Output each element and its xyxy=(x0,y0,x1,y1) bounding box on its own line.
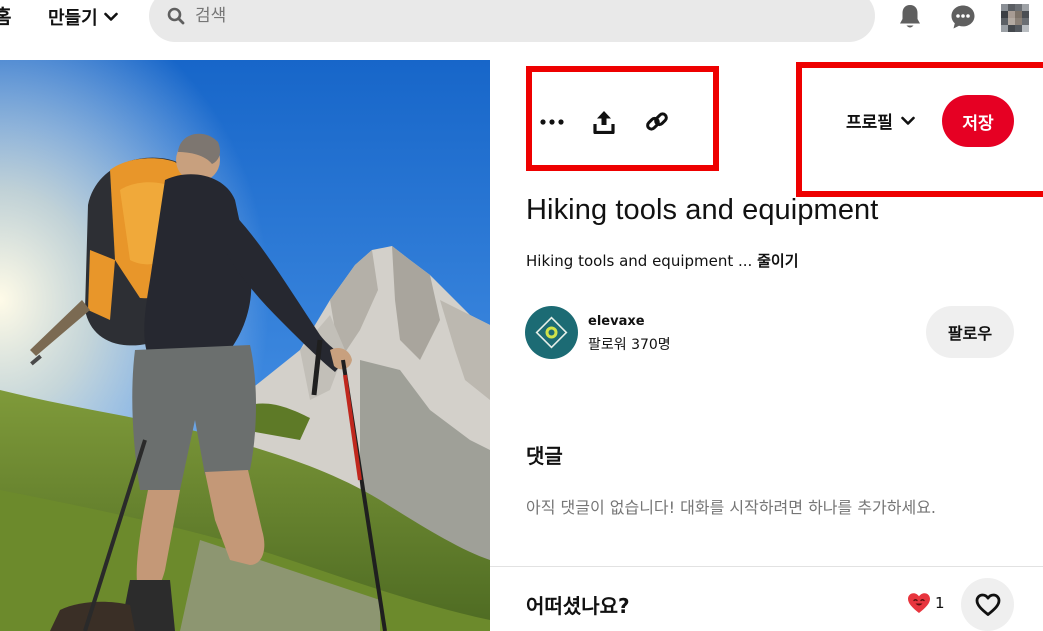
bell-icon xyxy=(900,5,920,28)
collapse-description-link[interactable]: 줄이기 xyxy=(757,252,798,270)
heart-face-icon xyxy=(908,593,930,613)
more-icon xyxy=(540,119,564,125)
nav-home-link[interactable]: 홈 xyxy=(0,2,11,29)
section-divider xyxy=(490,566,1043,567)
chat-icon xyxy=(951,5,975,29)
create-menu-label: 만들기 xyxy=(48,8,98,29)
link-icon xyxy=(646,112,668,131)
pin-title: Hiking tools and equipment xyxy=(526,194,879,226)
notifications-button[interactable] xyxy=(895,2,925,32)
comments-heading: 댓글 xyxy=(526,444,563,468)
pin-description: Hiking tools and equipment ... 줄이기 xyxy=(526,250,799,271)
reaction-count: 1 xyxy=(935,594,945,612)
search-input[interactable] xyxy=(195,6,795,26)
heart-outline-icon xyxy=(975,593,1000,616)
react-button[interactable] xyxy=(961,578,1014,631)
creator-follower-count: 팔로워 370명 xyxy=(588,337,671,353)
create-menu-button[interactable]: 만들기 xyxy=(48,0,118,34)
search-bar[interactable] xyxy=(149,0,875,42)
feedback-question: 어떠셨나요? xyxy=(526,594,630,618)
chevron-down-icon xyxy=(901,116,915,125)
creator-logo-icon xyxy=(535,316,568,349)
pin-description-text: Hiking tools and equipment ... xyxy=(526,252,753,270)
save-button[interactable]: 저장 xyxy=(942,95,1014,147)
hiker-mountain-photo xyxy=(0,60,490,631)
share-button[interactable] xyxy=(586,104,622,140)
follow-button[interactable]: 팔로우 xyxy=(926,306,1014,358)
pin-image[interactable] xyxy=(0,60,490,631)
share-icon xyxy=(593,111,615,134)
more-options-button[interactable] xyxy=(534,104,570,140)
board-select-label: 프로필 xyxy=(846,113,893,133)
profile-avatar[interactable] xyxy=(1001,4,1029,32)
top-navigation-bar: 홈 만들기 xyxy=(0,0,1043,42)
creator-avatar[interactable] xyxy=(525,306,578,359)
messages-button[interactable] xyxy=(948,2,978,32)
comments-empty-message: 아직 댓글이 없습니다! 대화를 시작하려면 하나를 추가하세요. xyxy=(526,498,937,517)
copy-link-button[interactable] xyxy=(639,104,675,140)
search-icon xyxy=(167,7,185,25)
chevron-down-icon xyxy=(103,12,118,21)
board-select-dropdown[interactable]: 프로필 xyxy=(846,108,915,133)
creator-name[interactable]: elevaxe xyxy=(588,314,645,329)
